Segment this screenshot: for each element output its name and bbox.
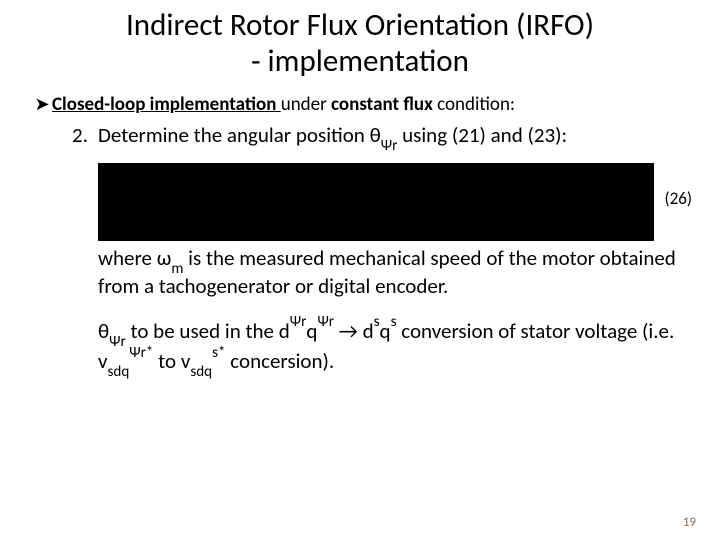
equation-label: (26): [664, 188, 692, 209]
q-letter-2: q: [380, 318, 391, 344]
s-sup-1: s: [374, 313, 380, 331]
usage-text1: to be used in the d: [126, 318, 290, 344]
numbered-step: 2. Determine the angular position θΨr us…: [72, 123, 692, 153]
psi-r-sub-2: Ψr: [109, 333, 126, 351]
bullet-part1: Closed-loop implementation: [52, 93, 281, 116]
formula-block: [98, 163, 654, 241]
v1-sub: sdq: [108, 363, 130, 381]
theta-symbol-2: θ: [98, 318, 109, 344]
v2-sub: sdq: [190, 363, 212, 381]
slide-title: Indirect Rotor Flux Orientation (IRFO) -…: [28, 8, 692, 79]
frame2-sup: Ψr: [317, 313, 334, 331]
step-body: Determine the angular position θΨr using…: [98, 123, 692, 153]
q-letter: q: [306, 318, 317, 344]
step-number: 2.: [72, 123, 98, 147]
bullet-part4: condition:: [433, 93, 515, 116]
frame1-sup: Ψr: [290, 313, 307, 331]
step-text2: using (21) and (23):: [397, 122, 567, 148]
page-number: 19: [683, 515, 696, 530]
where-text2: is the measured mechanical speed of the …: [98, 245, 676, 299]
omega-symbol: ω: [157, 245, 172, 271]
where-paragraph: where ωm is the measured mechanical spee…: [98, 247, 692, 299]
usage-text3: to v: [153, 348, 190, 374]
step-text1: Determine the angular position: [98, 122, 370, 148]
usage-text4: concersion).: [226, 348, 335, 374]
theta-symbol: θ: [370, 122, 381, 148]
equation-row: (26): [28, 157, 692, 241]
arrow-symbol: →: [334, 318, 363, 344]
v2-sup: s*: [212, 344, 225, 362]
bullet-part2: under: [281, 93, 331, 116]
d-letter: d: [363, 318, 374, 344]
psi-r-subscript: Ψr: [381, 137, 398, 155]
s-sup-2: s: [391, 313, 397, 331]
where-text1: where: [98, 245, 157, 271]
bullet-line: ➤ Closed-loop implementation under const…: [28, 93, 692, 117]
usage-paragraph: θΨr to be used in the dΨrqΨr → dsqs conv…: [98, 318, 692, 378]
v1-sup: Ψr*: [129, 344, 153, 362]
title-line-1: Indirect Rotor Flux Orientation (IRFO): [126, 6, 594, 44]
bullet-icon: ➤: [32, 93, 52, 116]
bullet-part3: constant flux: [331, 93, 433, 116]
bullet-text: Closed-loop implementation under constan…: [52, 93, 692, 117]
title-line-2: - implementation: [251, 42, 469, 80]
omega-m-sub: m: [171, 260, 183, 278]
